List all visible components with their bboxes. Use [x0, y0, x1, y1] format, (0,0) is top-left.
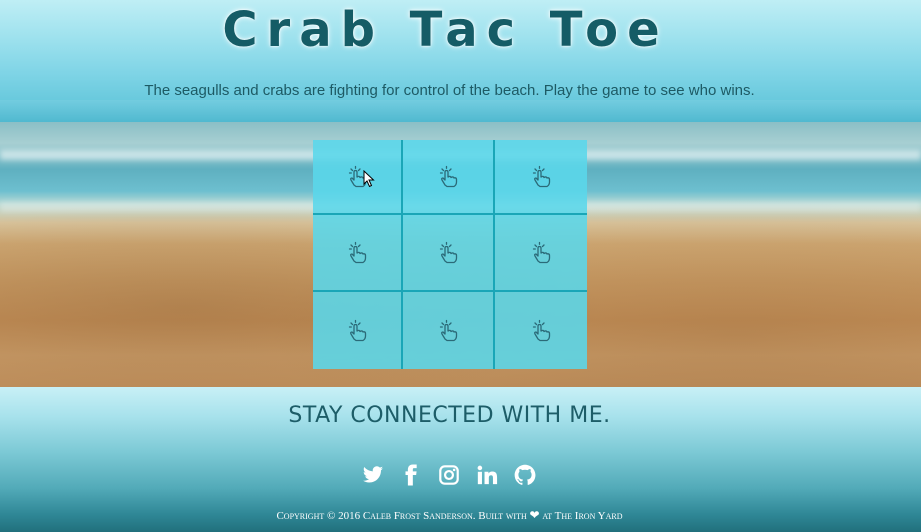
copyright-prefix: Copyright © 2016 Caleb Frost Sanderson. …: [276, 510, 527, 522]
copyright-text: Copyright © 2016 Caleb Frost Sanderson. …: [0, 508, 899, 523]
board-cell-1[interactable]: [313, 140, 403, 215]
tap-hand-icon: [439, 241, 458, 263]
linkedin-icon[interactable]: [476, 464, 498, 486]
mouse-pointer-icon: [363, 170, 375, 188]
page-subtitle: The seagulls and crabs are fighting for …: [144, 82, 755, 99]
instagram-icon[interactable]: [438, 464, 460, 486]
board-cell-5[interactable]: [403, 215, 495, 292]
tap-hand-icon: [532, 165, 551, 187]
game-board: [313, 140, 587, 369]
twitter-icon[interactable]: [362, 464, 384, 486]
board-cell-2[interactable]: [403, 140, 495, 215]
facebook-icon[interactable]: [400, 464, 422, 486]
copyright-suffix: at The Iron Yard: [542, 510, 623, 522]
board-cell-7[interactable]: [313, 292, 403, 369]
board-cell-3[interactable]: [495, 140, 587, 215]
page-header: Crab Tac Toe The seagulls and crabs are …: [0, 0, 921, 122]
tap-hand-icon: [532, 241, 551, 263]
board-cell-8[interactable]: [403, 292, 495, 369]
board-cell-9[interactable]: [495, 292, 587, 369]
stay-connected-heading: STAY CONNECTED WITH ME.: [288, 403, 611, 428]
social-links: [362, 464, 536, 486]
tap-hand-icon: [439, 165, 458, 187]
tap-hand-icon: [532, 319, 551, 341]
github-icon[interactable]: [514, 464, 536, 486]
tap-hand-icon: [348, 319, 367, 341]
tap-hand-icon: [439, 319, 458, 341]
page-footer: STAY CONNECTED WITH ME. Copyright © 2016…: [0, 387, 921, 532]
board-cell-6[interactable]: [495, 215, 587, 292]
board-cell-4[interactable]: [313, 215, 403, 292]
heart-icon: ❤: [529, 508, 540, 522]
tap-hand-icon: [348, 241, 367, 263]
page-title: Crab Tac Toe: [222, 2, 669, 58]
